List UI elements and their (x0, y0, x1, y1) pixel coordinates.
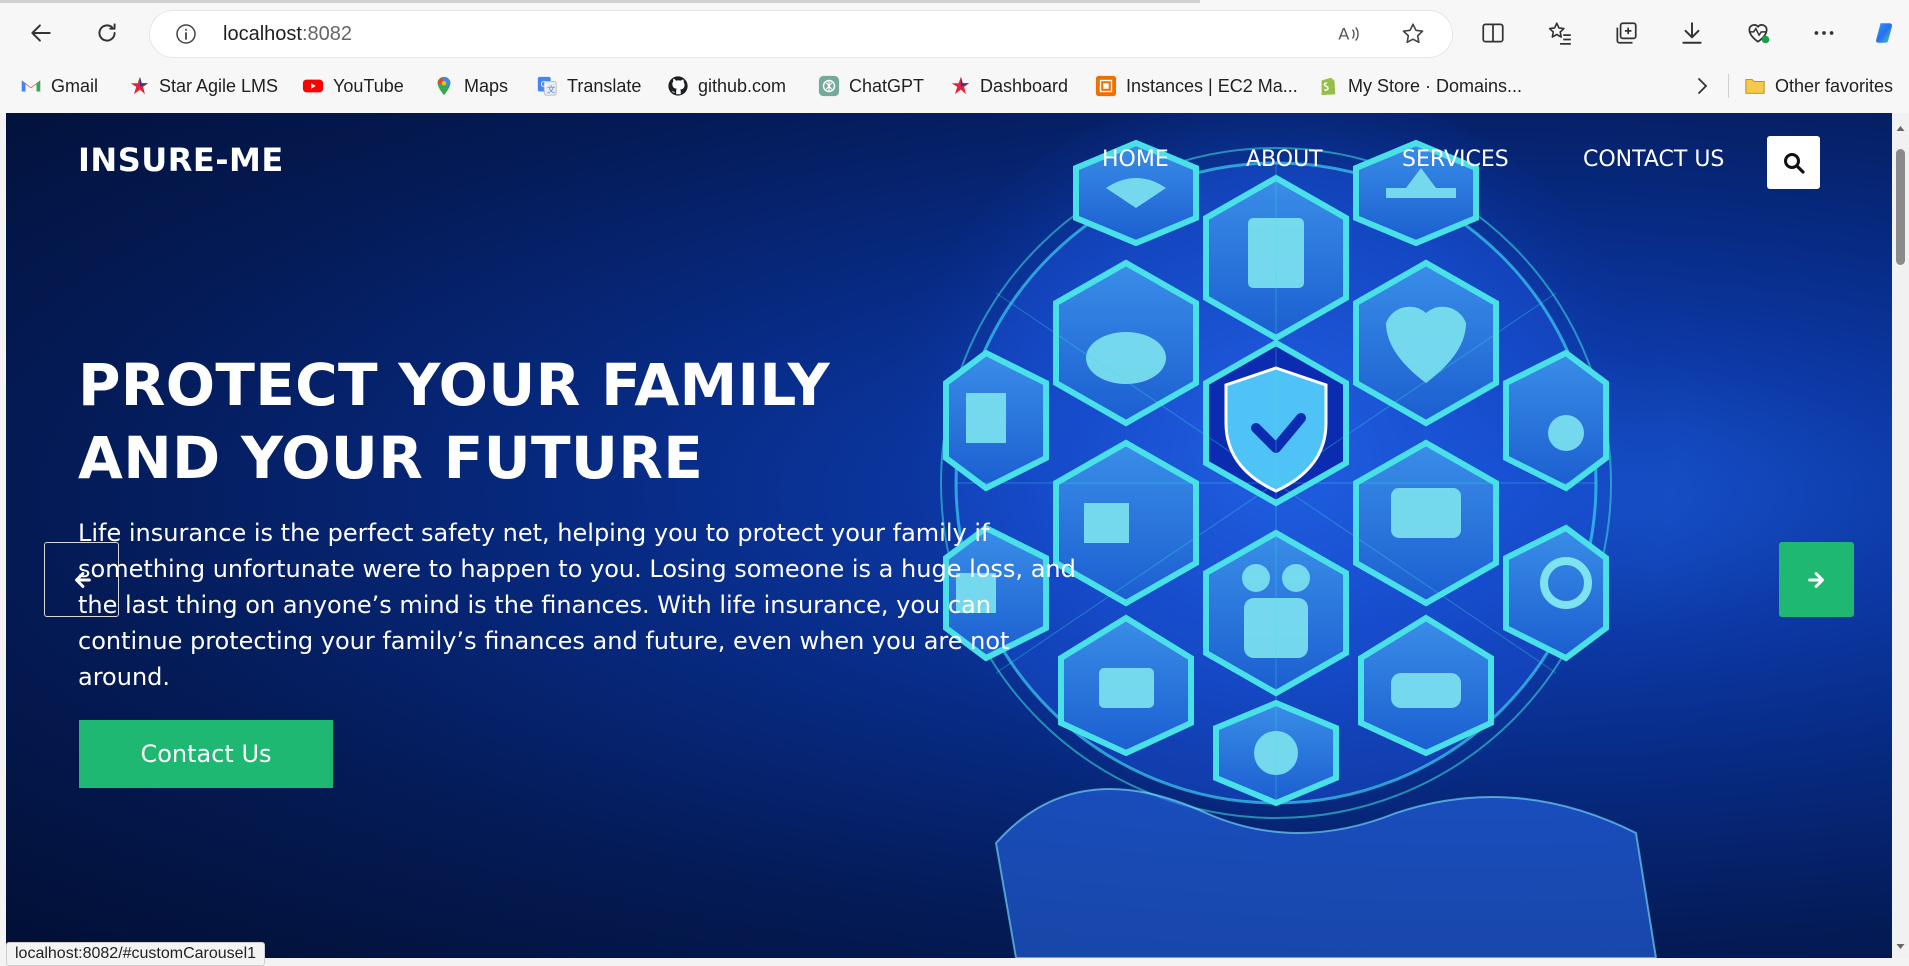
favorites-list-icon (1548, 22, 1571, 45)
hero-title-line-2: AND YOUR FUTURE (78, 424, 704, 492)
bookmark-ec2-instances[interactable]: Instances | EC2 Ma... (1095, 72, 1298, 100)
aws-icon (1095, 75, 1117, 97)
address-bar[interactable]: localhost:8082 A (150, 11, 1452, 57)
nav-services[interactable]: SERVICES (1402, 147, 1509, 172)
carousel-next-button[interactable] (1779, 542, 1854, 617)
url-port: :8082 (301, 23, 352, 45)
star-agile-icon (951, 76, 970, 95)
bookmark-youtube[interactable]: YouTube (302, 72, 404, 100)
scrollbar-thumb[interactable] (1896, 149, 1905, 265)
folder-icon (1745, 79, 1765, 94)
carousel-prev-button[interactable] (44, 542, 119, 617)
search-button[interactable] (1767, 136, 1820, 189)
url-host: localhost (223, 23, 302, 45)
chatgpt-icon (818, 75, 840, 97)
nav-contact-us[interactable]: CONTACT US (1583, 147, 1724, 172)
nav-about[interactable]: ABOUT (1246, 147, 1323, 172)
collections-button[interactable] (1606, 13, 1646, 53)
bookmarks-bar: Gmail Star Agile LMS YouTube Maps G文 Tra… (0, 68, 1909, 104)
github-icon (668, 76, 688, 96)
bookmark-gmail[interactable]: Gmail (20, 72, 98, 100)
page-scrollbar[interactable] (1892, 113, 1909, 958)
search-icon (1783, 152, 1805, 174)
collections-icon (1616, 22, 1637, 44)
back-button[interactable] (21, 13, 61, 53)
refresh-button[interactable] (87, 13, 127, 53)
svg-text:A: A (1338, 24, 1349, 43)
bookmark-maps[interactable]: Maps (433, 72, 508, 100)
gmail-icon (21, 80, 41, 92)
bookmark-label: Maps (464, 75, 509, 96)
refresh-icon (98, 23, 116, 42)
bookmark-translate[interactable]: G文 Translate (536, 72, 641, 100)
bookmark-label: Star Agile LMS (159, 75, 279, 96)
hero-description: Life insurance is the perfect safety net… (78, 519, 1076, 691)
settings-more-button[interactable] (1804, 13, 1844, 53)
page-viewport: INSURE-ME HOME ABOUT SERVICES CONTACT US… (6, 113, 1892, 958)
browser-chrome: localhost:8082 A Gmail Star Agile LMS Yo… (0, 0, 1909, 113)
split-screen-icon (1482, 23, 1504, 43)
bookmark-chatgpt[interactable]: ChatGPT (818, 72, 924, 100)
arrow-left-icon (74, 571, 91, 588)
more-bookmarks-chevron-icon[interactable] (1690, 74, 1714, 98)
link-status-bar: localhost:8082/#customCarousel1 (6, 942, 266, 966)
arrow-right-icon (1807, 571, 1824, 588)
hero-title-line-1: PROTECT YOUR FAMILY (78, 351, 830, 419)
bookmark-my-store[interactable]: My Store · Domains... (1317, 72, 1522, 100)
youtube-icon (302, 79, 324, 93)
favorites-button[interactable] (1540, 13, 1580, 53)
copilot-icon (1876, 23, 1893, 43)
browser-essentials-button[interactable] (1738, 13, 1778, 53)
bookmark-dashboard[interactable]: Dashboard (949, 72, 1068, 100)
bookmark-label: My Store · Domains... (1348, 75, 1523, 96)
bookmark-label: github.com (698, 75, 787, 96)
split-screen-button[interactable] (1473, 13, 1513, 53)
bookmark-label: YouTube (333, 75, 404, 96)
bookmark-label: Dashboard (980, 75, 1069, 96)
site-logo[interactable]: INSURE-ME (78, 141, 284, 179)
nav-home[interactable]: HOME (1102, 147, 1169, 172)
back-arrow-icon (31, 24, 51, 42)
downloads-button[interactable] (1672, 13, 1712, 53)
site-info-icon[interactable] (174, 22, 198, 46)
bookmark-label: Gmail (51, 75, 99, 96)
bookmarks-divider (1728, 74, 1729, 98)
star-agile-icon (130, 76, 149, 95)
heart-pulse-icon (1748, 24, 1770, 44)
svg-text:G: G (541, 79, 547, 89)
scroll-down-arrow-icon[interactable] (1895, 942, 1906, 952)
favorite-star-icon[interactable] (1400, 21, 1426, 47)
more-dots-icon (1814, 31, 1834, 35)
bookmark-other-favorites[interactable]: Other favorites (1744, 72, 1893, 100)
translate-icon: G文 (537, 76, 557, 96)
svg-text:文: 文 (547, 84, 555, 94)
copilot-button[interactable] (1866, 13, 1906, 53)
bookmark-github[interactable]: github.com (667, 72, 786, 100)
bookmark-label: ChatGPT (849, 75, 925, 96)
read-aloud-icon[interactable]: A (1335, 21, 1361, 47)
download-icon (1682, 22, 1702, 44)
hero-title: PROTECT YOUR FAMILY AND YOUR FUTURE (78, 349, 978, 495)
shopify-icon (1321, 77, 1336, 96)
bookmark-label: Translate (567, 75, 642, 96)
tab-strip (0, 0, 1200, 3)
browser-toolbar: localhost:8082 A (0, 8, 1909, 60)
address-url: localhost:8082 (223, 23, 352, 46)
contact-us-button[interactable]: Contact Us (79, 720, 333, 788)
bookmark-label: Instances | EC2 Ma... (1126, 75, 1298, 96)
bookmark-star-agile[interactable]: Star Agile LMS (128, 72, 278, 100)
maps-icon (437, 76, 451, 96)
scroll-up-arrow-icon[interactable] (1895, 123, 1906, 133)
other-favorites-label: Other favorites (1775, 75, 1894, 96)
